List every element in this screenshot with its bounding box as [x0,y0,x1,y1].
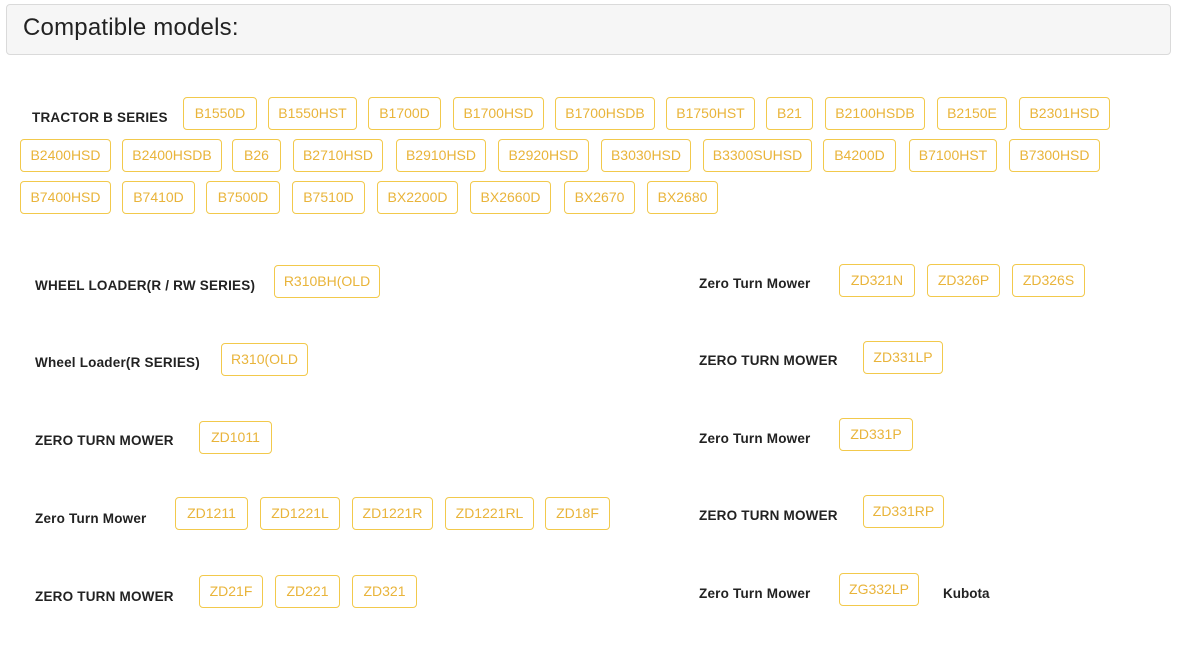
model-chip-r310bh-old[interactable]: R310BH(OLD [274,265,380,298]
series-label: ZERO TURN MOWER [699,353,838,368]
model-chip-b1550hst[interactable]: B1550HST [268,97,357,130]
model-chip-b1700d[interactable]: B1700D [368,97,441,130]
model-chip-b1750hst[interactable]: B1750HST [666,97,755,130]
model-chip-b2150e[interactable]: B2150E [937,97,1007,130]
model-chip-b2920hsd[interactable]: B2920HSD [498,139,589,172]
model-chip-b7400hsd[interactable]: B7400HSD [20,181,111,214]
model-chip-bx2680[interactable]: BX2680 [647,181,718,214]
model-chip-b7300hsd[interactable]: B7300HSD [1009,139,1100,172]
model-chip-b2910hsd[interactable]: B2910HSD [396,139,486,172]
model-chip-zd331p[interactable]: ZD331P [839,418,913,451]
series-label: ZERO TURN MOWER [699,508,838,523]
model-chip-b2400hsdb[interactable]: B2400HSDB [122,139,222,172]
model-chip-zd221[interactable]: ZD221 [275,575,340,608]
model-chip-b1700hsd[interactable]: B1700HSD [453,97,544,130]
model-chip-b4200d[interactable]: B4200D [823,139,896,172]
model-chip-b2100hsdb[interactable]: B2100HSDB [825,97,925,130]
model-chip-r310-old[interactable]: R310(OLD [221,343,308,376]
model-chip-b7100hst[interactable]: B7100HST [909,139,997,172]
series-label: TRACTOR B SERIES [32,110,168,125]
model-chip-b2400hsd[interactable]: B2400HSD [20,139,111,172]
model-chip-zd321n[interactable]: ZD321N [839,264,915,297]
model-chip-zd321[interactable]: ZD321 [352,575,417,608]
brand-label: Kubota [943,586,990,601]
series-label: WHEEL LOADER(R / RW SERIES) [35,278,256,293]
model-chip-b1550d[interactable]: B1550D [183,97,257,130]
model-chip-zd1211[interactable]: ZD1211 [175,497,248,530]
model-chip-zd21f[interactable]: ZD21F [199,575,263,608]
page-title: Compatible models: [23,14,239,41]
series-label: Zero Turn Mower [699,431,811,446]
model-chip-b1700hsdb[interactable]: B1700HSDB [555,97,655,130]
model-chip-b3300suhsd[interactable]: B3300SUHSD [703,139,812,172]
model-chip-bx2670[interactable]: BX2670 [564,181,635,214]
model-chip-zd331lp[interactable]: ZD331LP [863,341,943,374]
model-chip-b2301hsd[interactable]: B2301HSD [1019,97,1110,130]
series-label: Zero Turn Mower [699,276,811,291]
model-chip-bx2660d[interactable]: BX2660D [470,181,551,214]
model-chip-zd1221l[interactable]: ZD1221L [260,497,340,530]
model-chip-b7500d[interactable]: B7500D [206,181,280,214]
series-label: Zero Turn Mower [699,586,811,601]
model-chip-b7510d[interactable]: B7510D [292,181,365,214]
model-chip-zd1011[interactable]: ZD1011 [199,421,272,454]
model-chip-zd18f[interactable]: ZD18F [545,497,610,530]
model-chip-zd326p[interactable]: ZD326P [927,264,1000,297]
model-chip-zd1221rl[interactable]: ZD1221RL [445,497,534,530]
series-label: Zero Turn Mower [35,511,147,526]
model-chip-zd331rp[interactable]: ZD331RP [863,495,944,528]
model-chip-b21[interactable]: B21 [766,97,813,130]
model-chip-b7410d[interactable]: B7410D [122,181,195,214]
model-chip-zd1221r[interactable]: ZD1221R [352,497,433,530]
model-chip-b26[interactable]: B26 [232,139,281,172]
series-label: ZERO TURN MOWER [35,589,174,604]
series-label: ZERO TURN MOWER [35,433,174,448]
model-chip-zd326s[interactable]: ZD326S [1012,264,1085,297]
section-header: Compatible models: [6,4,1171,55]
model-chip-b3030hsd[interactable]: B3030HSD [601,139,691,172]
model-chip-bx2200d[interactable]: BX2200D [377,181,458,214]
model-chip-b2710hsd[interactable]: B2710HSD [293,139,383,172]
series-label: Wheel Loader(R SERIES) [35,355,200,370]
model-chip-zg332lp[interactable]: ZG332LP [839,573,919,606]
